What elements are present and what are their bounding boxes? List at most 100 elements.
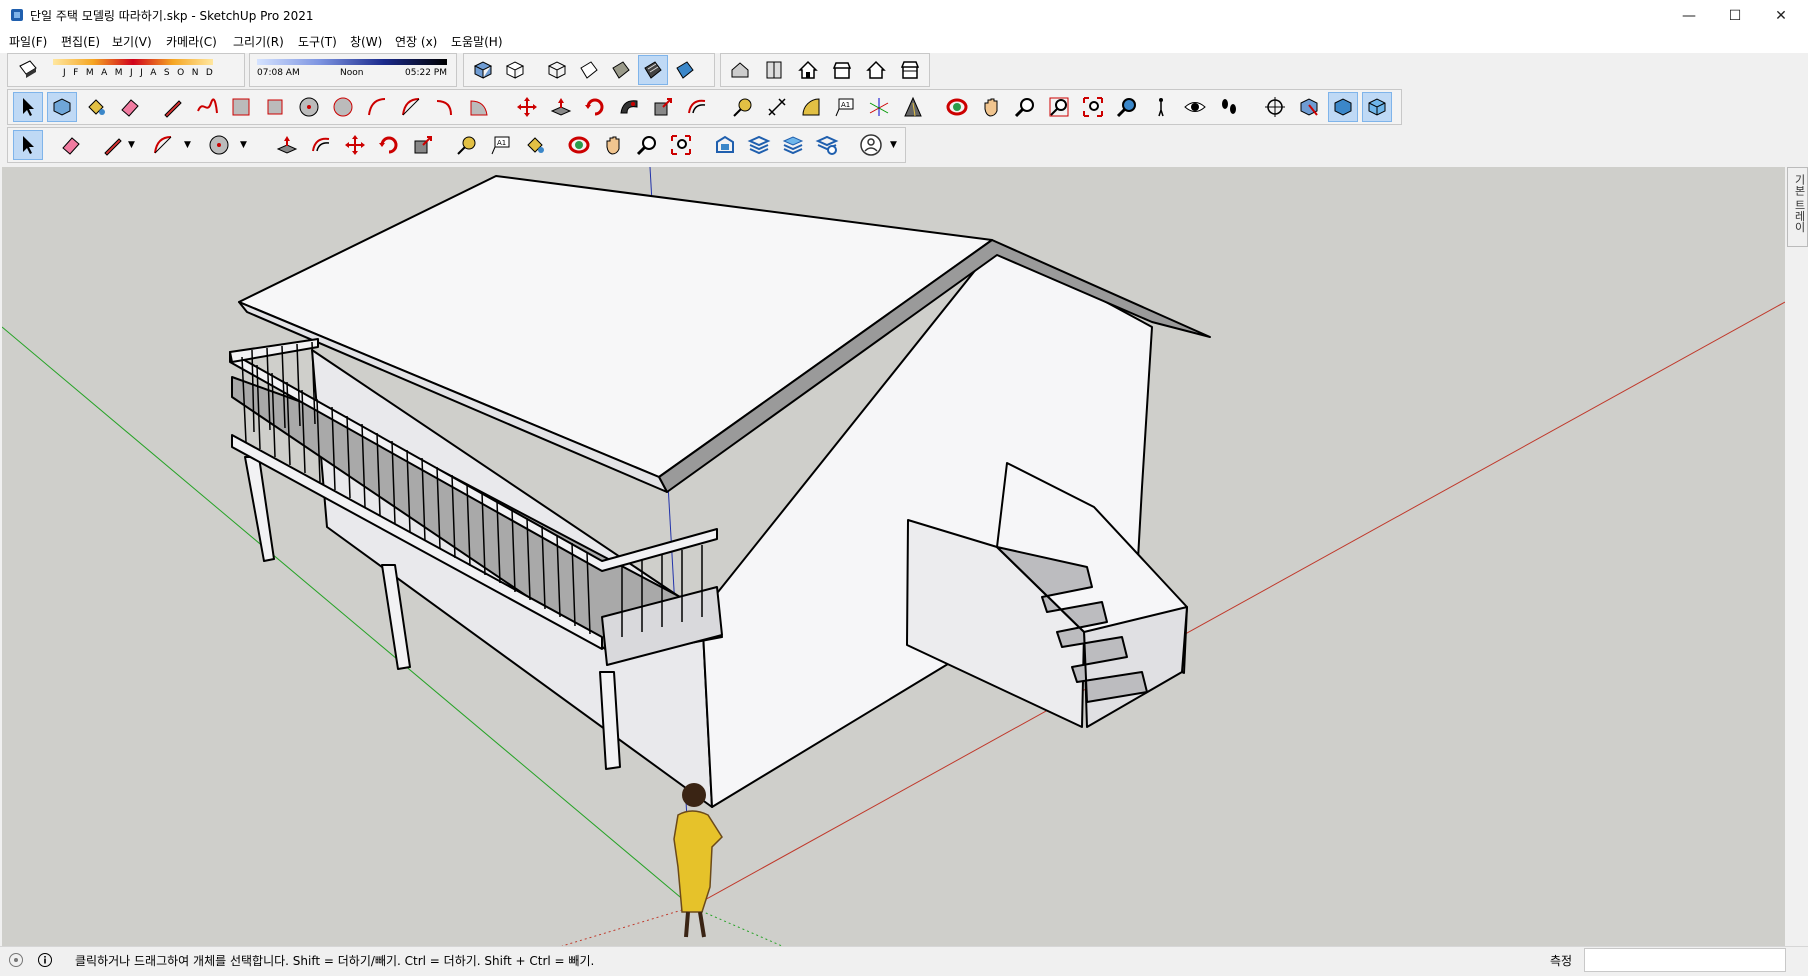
tape-measure-button[interactable]	[728, 92, 758, 122]
menu-extensions[interactable]: 연장 (x)	[395, 33, 437, 50]
top-view-button[interactable]	[759, 55, 789, 85]
status-message: 클릭하거나 드래그하여 개체를 선택합니다. Shift = 더하기/빼기. C…	[75, 954, 595, 968]
walk-button[interactable]	[1214, 92, 1244, 122]
arc-button-2[interactable]	[148, 130, 178, 160]
position-camera-button[interactable]	[1146, 92, 1176, 122]
offset-button-2[interactable]	[306, 130, 336, 160]
3d-viewport[interactable]	[2, 167, 1785, 946]
push-pull-button[interactable]	[546, 92, 576, 122]
line-tool-button-2[interactable]	[98, 130, 128, 160]
rotate-button-2[interactable]	[374, 130, 404, 160]
shaded-with-textures-button[interactable]	[638, 55, 668, 85]
paint-bucket-button-2[interactable]	[520, 130, 550, 160]
rotated-rectangle-button[interactable]	[260, 92, 290, 122]
section-plane-button[interactable]	[898, 92, 928, 122]
orbit-button[interactable]	[942, 92, 972, 122]
select-tool-button-2[interactable]	[13, 130, 43, 160]
maximize-button[interactable]: ☐	[1712, 0, 1758, 31]
menu-file[interactable]: 파일(F)	[9, 33, 47, 50]
measurements-input[interactable]	[1584, 948, 1786, 972]
shape-dropdown-arrow[interactable]: ▼	[240, 140, 247, 150]
push-pull-button-2[interactable]	[272, 130, 302, 160]
account-dropdown-arrow[interactable]: ▼	[890, 140, 897, 150]
text-button[interactable]: A1	[830, 92, 860, 122]
zoom-button[interactable]	[1010, 92, 1040, 122]
rectangle-button[interactable]	[226, 92, 256, 122]
shaded-button[interactable]	[606, 55, 636, 85]
back-edges-button[interactable]	[500, 55, 530, 85]
monochrome-button[interactable]	[670, 55, 700, 85]
close-button[interactable]: ✕	[1758, 0, 1804, 31]
layout-button[interactable]	[778, 130, 808, 160]
component-options-button[interactable]	[1294, 92, 1324, 122]
scale-button[interactable]	[648, 92, 678, 122]
back-view-button[interactable]	[861, 55, 891, 85]
left-view-button[interactable]	[895, 55, 925, 85]
xray-button[interactable]	[468, 55, 498, 85]
3d-warehouse-button[interactable]	[710, 130, 740, 160]
info-icon[interactable]	[37, 952, 53, 971]
month-label: J	[63, 68, 66, 78]
right-view-button[interactable]	[827, 55, 857, 85]
three-point-arc-button[interactable]	[430, 92, 460, 122]
line-tool-button[interactable]	[158, 92, 188, 122]
account-button[interactable]	[856, 130, 886, 160]
offset-button[interactable]	[682, 92, 712, 122]
protractor-button[interactable]	[796, 92, 826, 122]
select-tool-button[interactable]	[13, 92, 43, 122]
dimension-button[interactable]	[762, 92, 792, 122]
arc-button[interactable]	[362, 92, 392, 122]
outer-shell-button[interactable]	[1362, 92, 1392, 122]
zoom-extents-button-2[interactable]	[666, 130, 696, 160]
two-point-arc-button[interactable]	[396, 92, 426, 122]
move-button[interactable]	[512, 92, 542, 122]
line-dropdown-arrow[interactable]: ▼	[128, 140, 135, 150]
extension-manager-button[interactable]	[812, 130, 842, 160]
menu-window[interactable]: 창(W)	[350, 33, 382, 50]
pie-button[interactable]	[464, 92, 494, 122]
paint-bucket-button[interactable]	[81, 92, 111, 122]
eraser-button-2[interactable]	[56, 130, 86, 160]
solid-inspector-button[interactable]	[1328, 92, 1358, 122]
move-button-2[interactable]	[340, 130, 370, 160]
orbit-button-2[interactable]	[564, 130, 594, 160]
rotate-button[interactable]	[580, 92, 610, 122]
menu-tools[interactable]: 도구(T)	[298, 33, 337, 50]
sandbox-from-contours-button[interactable]	[1260, 92, 1290, 122]
polygon-button[interactable]	[328, 92, 358, 122]
extension-warehouse-button[interactable]	[744, 130, 774, 160]
shape-button[interactable]	[204, 130, 234, 160]
wireframe-button[interactable]	[542, 55, 572, 85]
eraser-button[interactable]	[115, 92, 145, 122]
zoom-extents-button[interactable]	[1078, 92, 1108, 122]
follow-me-button[interactable]	[614, 92, 644, 122]
menu-help[interactable]: 도움말(H)	[451, 33, 503, 50]
menu-draw[interactable]: 그리기(R)	[233, 33, 284, 50]
minimize-button[interactable]: —	[1666, 0, 1712, 31]
shadow-settings-button[interactable]	[13, 55, 43, 85]
default-tray-tab[interactable]: 기본 트레이	[1787, 167, 1808, 247]
look-around-button[interactable]	[1180, 92, 1210, 122]
pan-button-2[interactable]	[598, 130, 628, 160]
arc-dropdown-arrow[interactable]: ▼	[184, 140, 191, 150]
freehand-button[interactable]	[192, 92, 222, 122]
menu-view[interactable]: 보기(V)	[112, 33, 152, 50]
axes-button[interactable]	[864, 92, 894, 122]
text-button-2[interactable]: A1	[486, 130, 516, 160]
circle-button[interactable]	[294, 92, 324, 122]
scale-button-2[interactable]	[408, 130, 438, 160]
month-slider[interactable]	[53, 59, 213, 65]
pan-button[interactable]	[976, 92, 1006, 122]
hidden-line-button[interactable]	[574, 55, 604, 85]
menu-edit[interactable]: 편집(E)	[61, 33, 100, 50]
time-slider[interactable]	[257, 59, 447, 65]
iso-view-button[interactable]	[725, 55, 755, 85]
zoom-button-2[interactable]	[632, 130, 662, 160]
previous-view-button[interactable]	[1112, 92, 1142, 122]
make-component-button[interactable]	[47, 92, 77, 122]
front-view-button[interactable]	[793, 55, 823, 85]
zoom-window-button[interactable]	[1044, 92, 1074, 122]
geolocation-icon[interactable]	[8, 952, 24, 971]
menu-camera[interactable]: 카메라(C)	[166, 33, 217, 50]
tape-measure-button-2[interactable]	[452, 130, 482, 160]
